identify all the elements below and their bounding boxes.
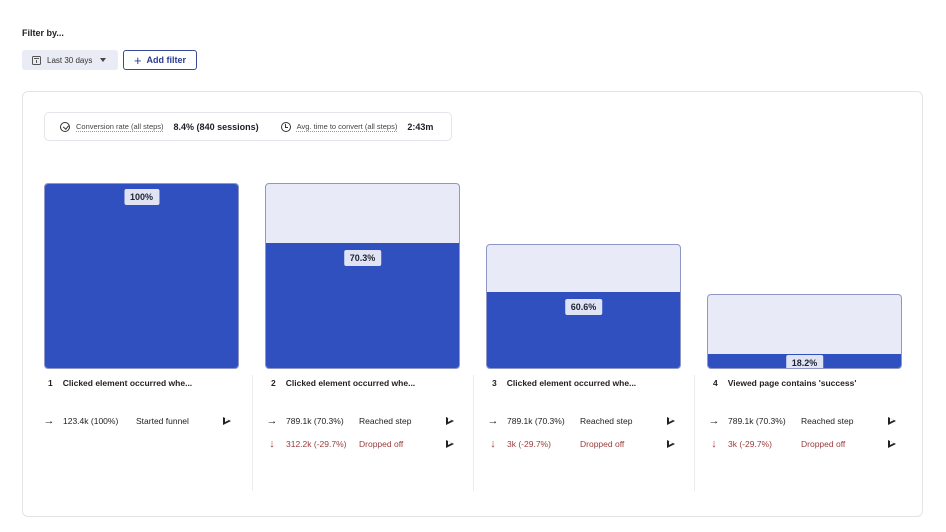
funnel-step-1: 1 Clicked element occurred whe... → 123.4k …	[39, 375, 247, 491]
step-name: Clicked element occurred whe...	[506, 378, 637, 388]
time-to-convert-value: 2:43m	[407, 121, 434, 132]
funnel-bar-percent-label: 100%	[123, 189, 160, 205]
conversion-rate-value: 8.4% (840 sessions)	[173, 121, 259, 132]
dropped-label: Dropped off	[801, 439, 846, 449]
reached-metric: → 789.1k (70.3%) Reached step	[265, 415, 412, 427]
play-dropped-recordings-icon[interactable]	[888, 440, 896, 448]
play-recordings-icon[interactable]	[888, 417, 896, 425]
step-name: Viewed page contains 'success'	[727, 378, 857, 388]
filter-heading: Filter by...	[22, 28, 64, 38]
dropped-label: Dropped off	[580, 439, 625, 449]
step-title[interactable]: 3 Clicked element occurred whe...	[492, 378, 636, 388]
reached-label: Reached step	[580, 416, 633, 426]
date-range-label: Last 30 days	[47, 55, 93, 65]
arrow-down-icon: ↓	[269, 438, 275, 450]
reached-metric: → 123.4k (100%) Started funnel	[42, 415, 189, 427]
play-dropped-recordings-icon[interactable]	[667, 440, 675, 448]
play-recordings-icon[interactable]	[223, 417, 231, 425]
step-title[interactable]: 1 Clicked element occurred whe...	[48, 378, 192, 388]
funnel-bar-step-2[interactable]: 70.3%	[265, 183, 460, 369]
date-range-dropdown[interactable]: Last 30 days	[22, 50, 118, 70]
reached-count: 123.4k (100%)	[63, 416, 119, 426]
time-to-convert-label[interactable]: Avg. time to convert (all steps)	[297, 122, 398, 131]
dropped-count: 3k (-29.7%)	[728, 439, 772, 449]
funnel-bar-percent-label: 70.3%	[343, 250, 382, 266]
funnel-card: Conversion rate (all steps) 8.4% (840 se…	[22, 91, 923, 517]
arrow-right-icon: →	[43, 415, 55, 427]
funnel-bar-step-1[interactable]: 100%	[44, 183, 239, 369]
funnel-step-4: 4 Viewed page contains 'success' → 789.1k (…	[694, 375, 902, 491]
reached-label: Reached step	[801, 416, 854, 426]
arrow-right-icon: →	[487, 415, 499, 427]
add-filter-label: Add filter	[146, 55, 187, 65]
chevron-down-icon	[100, 58, 107, 62]
reached-metric: → 789.1k (70.3%) Reached step	[486, 415, 633, 427]
step-name: Clicked element occurred whe...	[62, 378, 193, 388]
check-circle-icon	[60, 121, 70, 132]
dropped-metric: ↓ 3k (-29.7%) Dropped off	[707, 438, 845, 450]
dropped-metric: ↓ 312.2k (-29.7%) Dropped off	[265, 438, 403, 450]
reached-count: 789.1k (70.3%)	[728, 416, 786, 426]
add-filter-button[interactable]: + Add filter	[123, 50, 197, 70]
funnel-bar-fill	[45, 184, 238, 368]
dropped-count: 3k (-29.7%)	[507, 439, 551, 449]
dropped-metric: ↓ 3k (-29.7%) Dropped off	[486, 438, 624, 450]
funnel-bar-percent-label: 18.2%	[785, 355, 824, 368]
arrow-down-icon: ↓	[711, 438, 717, 450]
plus-icon: +	[133, 52, 142, 68]
reached-label: Reached step	[359, 416, 412, 426]
play-recordings-icon[interactable]	[667, 417, 675, 425]
play-dropped-recordings-icon[interactable]	[446, 440, 454, 448]
clock-icon	[280, 121, 291, 132]
step-number: 3	[492, 378, 497, 388]
calendar-icon	[32, 55, 41, 65]
funnel-step-2: 2 Clicked element occurred whe... → 789.1k …	[252, 375, 460, 491]
step-title[interactable]: 4 Viewed page contains 'success'	[713, 378, 856, 388]
funnel-bar-step-3[interactable]: 60.6%	[486, 244, 681, 369]
funnel-summary: Conversion rate (all steps) 8.4% (840 se…	[44, 112, 452, 141]
step-title[interactable]: 2 Clicked element occurred whe...	[271, 378, 415, 388]
funnel-step-3: 3 Clicked element occurred whe... → 789.1k …	[473, 375, 681, 491]
arrow-down-icon: ↓	[490, 438, 496, 450]
arrow-right-icon: →	[266, 415, 278, 427]
dropped-count: 312.2k (-29.7%)	[286, 439, 347, 449]
dropped-label: Dropped off	[359, 439, 404, 449]
funnel-bar-step-4[interactable]: 18.2%	[707, 294, 902, 369]
play-recordings-icon[interactable]	[446, 417, 454, 425]
reached-count: 789.1k (70.3%)	[286, 416, 344, 426]
arrow-right-icon: →	[708, 415, 720, 427]
step-number: 1	[48, 378, 53, 388]
step-number: 2	[271, 378, 276, 388]
step-number: 4	[713, 378, 718, 388]
funnel-bar-percent-label: 60.6%	[564, 299, 603, 315]
reached-count: 789.1k (70.3%)	[507, 416, 565, 426]
conversion-rate-label[interactable]: Conversion rate (all steps)	[76, 122, 164, 131]
reached-label: Started funnel	[136, 416, 189, 426]
reached-metric: → 789.1k (70.3%) Reached step	[707, 415, 854, 427]
step-name: Clicked element occurred whe...	[285, 378, 416, 388]
